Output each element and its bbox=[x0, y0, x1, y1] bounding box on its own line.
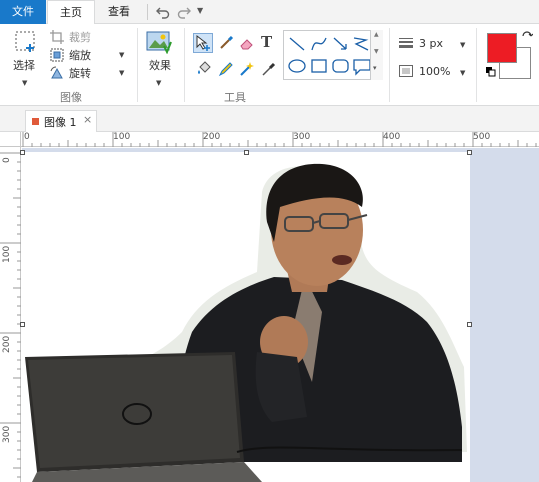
zigzag-shape-icon bbox=[353, 37, 369, 51]
scroll-up-icon[interactable]: ▲ bbox=[374, 31, 379, 38]
effects-dropdown-icon[interactable]: ▼ bbox=[156, 79, 161, 87]
swap-colors-icon[interactable] bbox=[521, 30, 534, 45]
primary-color-swatch[interactable] bbox=[487, 33, 517, 63]
chevron-down-icon[interactable]: ▼ bbox=[197, 3, 203, 19]
select-icon[interactable] bbox=[14, 30, 38, 57]
color-picker-icon[interactable] bbox=[261, 61, 277, 80]
ruler-label: 300 bbox=[293, 132, 311, 142]
zoom-value[interactable]: 100% bbox=[419, 65, 450, 78]
scroll-down-icon[interactable]: ▼ bbox=[374, 48, 379, 55]
shapes-gallery bbox=[283, 30, 383, 80]
select-dropdown-icon[interactable]: ▼ bbox=[22, 79, 27, 87]
fill-icon[interactable] bbox=[196, 61, 212, 80]
photo-content bbox=[25, 163, 467, 482]
magic-wand-icon[interactable] bbox=[239, 61, 255, 80]
select-button[interactable]: 选择 bbox=[13, 57, 35, 73]
resize-handle[interactable] bbox=[20, 322, 25, 327]
horizontal-ruler: 0 100 200 300 400 500 bbox=[21, 132, 539, 147]
group-separator bbox=[389, 28, 390, 102]
shapes-scrollbar[interactable]: ▲ ▼ ▾ bbox=[370, 30, 383, 80]
rectangle-shape-icon bbox=[311, 59, 327, 73]
workspace bbox=[20, 148, 539, 482]
rotate-dropdown-icon[interactable]: ▼ bbox=[119, 69, 124, 77]
quick-access-separator bbox=[147, 4, 148, 20]
ribbon: 选择 ▼ 裁剪 缩放 ▼ 旋转 ▼ 图像 效果 ▼ T 工具 ▲ ▼ ▾ 3 p… bbox=[0, 24, 539, 106]
ruler-label: 0 bbox=[2, 157, 12, 163]
stroke-size-value[interactable]: 3 px bbox=[419, 37, 443, 50]
speech-bubble-shape-icon bbox=[353, 59, 371, 76]
ruler-label: 100 bbox=[2, 245, 12, 263]
undo-icon[interactable] bbox=[155, 4, 171, 25]
brush-icon[interactable] bbox=[218, 35, 234, 54]
image-canvas[interactable] bbox=[20, 150, 472, 482]
close-icon[interactable]: × bbox=[83, 113, 92, 126]
rotate-icon[interactable] bbox=[50, 66, 64, 83]
tools-group-label: 工具 bbox=[224, 91, 246, 104]
document-tab-title: 图像 1 bbox=[44, 116, 77, 129]
zoom-dropdown-icon[interactable]: ▼ bbox=[460, 69, 465, 77]
stroke-size-dropdown-icon[interactable]: ▼ bbox=[460, 41, 465, 49]
menu-bar: 文件 主页 查看 ▼ bbox=[0, 0, 539, 25]
resize-handle[interactable] bbox=[467, 150, 472, 155]
resize-handle[interactable] bbox=[244, 150, 249, 155]
reset-colors-icon[interactable] bbox=[486, 67, 496, 80]
group-separator bbox=[137, 28, 138, 102]
effects-icon[interactable] bbox=[146, 30, 172, 57]
redo-icon[interactable] bbox=[176, 4, 192, 25]
ruler-label: 300 bbox=[2, 425, 12, 443]
tab-view[interactable]: 查看 bbox=[96, 0, 142, 24]
document-tab[interactable]: 图像 1 × bbox=[25, 110, 97, 132]
eraser-icon[interactable] bbox=[239, 35, 255, 54]
zoom-icon[interactable] bbox=[399, 65, 413, 80]
rotate-button[interactable]: 旋转 bbox=[69, 65, 91, 81]
group-separator bbox=[184, 28, 185, 102]
ruler-label: 400 bbox=[383, 132, 401, 142]
group-separator bbox=[476, 28, 477, 102]
text-icon[interactable]: T bbox=[261, 33, 272, 51]
pencil-icon[interactable] bbox=[218, 61, 234, 80]
ruler-label: 200 bbox=[2, 335, 12, 353]
rounded-rect-shape-icon bbox=[332, 59, 349, 73]
ruler-label: 500 bbox=[473, 132, 491, 142]
resize-button[interactable]: 缩放 bbox=[69, 47, 91, 63]
image-group-label: 图像 bbox=[60, 91, 82, 104]
crop-icon[interactable] bbox=[50, 30, 64, 47]
ellipse-shape-icon bbox=[288, 59, 306, 73]
resize-handle[interactable] bbox=[20, 150, 25, 155]
ruler-label: 200 bbox=[203, 132, 221, 142]
tab-file[interactable]: 文件 bbox=[0, 0, 46, 24]
ruler-corner bbox=[0, 132, 21, 147]
shapes-more-icon[interactable]: ▾ bbox=[373, 64, 377, 72]
document-tab-strip: 图像 1 × bbox=[0, 106, 539, 132]
stroke-size-icon[interactable] bbox=[399, 38, 413, 51]
effects-button[interactable]: 效果 bbox=[149, 57, 171, 73]
line-shape-icon bbox=[289, 37, 305, 51]
document-modified-icon bbox=[32, 118, 39, 125]
tab-home[interactable]: 主页 bbox=[47, 0, 95, 25]
resize-icon[interactable] bbox=[50, 48, 64, 65]
resize-dropdown-icon[interactable]: ▼ bbox=[119, 51, 124, 59]
curve-shape-icon bbox=[311, 37, 327, 51]
ruler-label: 0 bbox=[24, 132, 30, 142]
crop-button[interactable]: 裁剪 bbox=[69, 29, 91, 45]
vertical-ruler: 0 100 200 300 bbox=[0, 147, 21, 482]
ruler-label: 100 bbox=[113, 132, 131, 142]
resize-handle[interactable] bbox=[467, 322, 472, 327]
arrow-shape-icon bbox=[333, 37, 347, 50]
select-tool-icon[interactable] bbox=[193, 33, 213, 53]
